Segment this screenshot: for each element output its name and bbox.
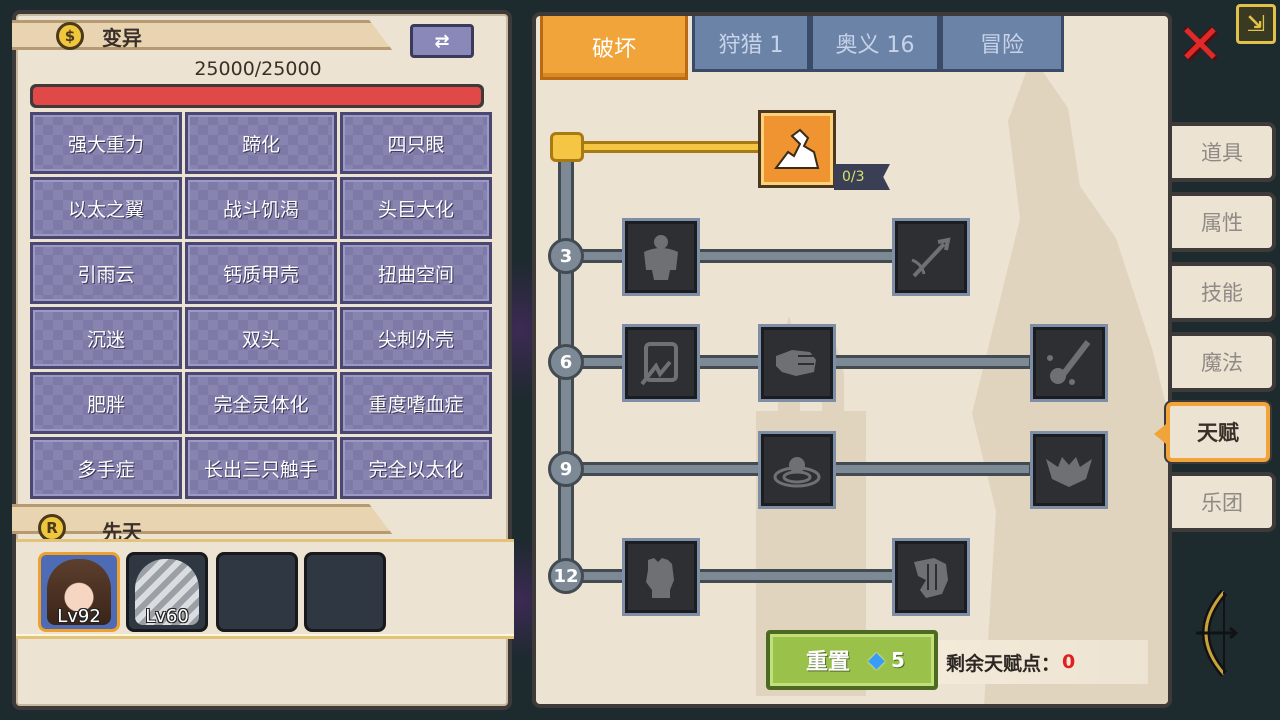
side-tab-skills[interactable]: 技能 xyxy=(1172,262,1276,322)
side-tab-band[interactable]: 乐团 xyxy=(1172,472,1276,532)
root-branch xyxy=(562,141,772,153)
talent-node-root[interactable] xyxy=(758,110,836,188)
mutation-cell[interactable]: 四只眼 xyxy=(340,112,492,174)
mutation-cell[interactable]: 钙质甲壳 xyxy=(185,242,337,304)
remaining-points: 剩余天赋点： 0 xyxy=(938,640,1148,684)
reset-button[interactable]: 重置 ◆ 5 xyxy=(766,630,938,690)
mutation-cell[interactable]: 双头 xyxy=(185,307,337,369)
hp-text: 25000/25000 xyxy=(194,58,322,80)
expand-icon[interactable]: ⇲ xyxy=(1236,4,1276,44)
level-badge: 9 xyxy=(548,451,584,487)
talent-node[interactable] xyxy=(758,431,836,509)
talent-node-count: 0/3 xyxy=(834,164,890,190)
mutation-title: 变异 xyxy=(102,26,142,50)
mutation-cell[interactable]: 肥胖 xyxy=(30,372,182,434)
mutation-panel: $ 变异 ⇄ 25000/25000 强大重力 蹄化 四只眼以太之翼 战斗饥渴 头巨大化… xyxy=(12,10,514,710)
mutation-cell[interactable]: 沉迷 xyxy=(30,307,182,369)
talent-node[interactable] xyxy=(892,538,970,616)
arrow-hit-icon xyxy=(911,237,951,278)
shield-break-icon xyxy=(640,342,678,386)
level-badge: 12 xyxy=(548,558,584,594)
talent-node[interactable] xyxy=(1030,324,1108,402)
giant-body-icon xyxy=(644,235,678,280)
mutation-cell[interactable]: 长出三只触手 xyxy=(185,437,337,499)
talent-node[interactable] xyxy=(758,324,836,402)
coin-icon: $ xyxy=(56,22,84,50)
mutation-cell[interactable]: 尖刺外壳 xyxy=(340,307,492,369)
hp-bar xyxy=(30,84,484,108)
bow-icon[interactable] xyxy=(1184,588,1244,678)
mutation-cell[interactable]: 完全以太化 xyxy=(340,437,492,499)
side-tab-talent[interactable]: 天赋 xyxy=(1154,402,1270,462)
talent-panel: 破坏 狩猎 1 奥义 16 冒险 3 6 9 12 0/3 xyxy=(532,12,1172,708)
tab-secret-art[interactable]: 奥义 16 xyxy=(810,16,940,72)
fist-icon xyxy=(646,558,674,598)
mutation-cell[interactable]: 蹄化 xyxy=(185,112,337,174)
talent-node[interactable] xyxy=(622,324,700,402)
reset-cost: 5 xyxy=(890,648,905,672)
mutation-cell[interactable]: 强大重力 xyxy=(30,112,182,174)
level-badge: 6 xyxy=(548,344,584,380)
arm-wrestle-icon xyxy=(774,128,820,169)
demon-bat-icon xyxy=(1046,457,1092,487)
swap-button[interactable]: ⇄ xyxy=(410,24,474,58)
innate-banner xyxy=(12,504,392,534)
mutation-cell[interactable]: 以太之翼 xyxy=(30,177,182,239)
side-tab-label: 天赋 xyxy=(1197,421,1239,445)
slash-splatter-icon xyxy=(1047,340,1091,385)
empty-slot[interactable] xyxy=(304,552,386,632)
hp-bar-fill xyxy=(33,87,481,105)
tab-hunt[interactable]: 狩猎 1 xyxy=(692,16,810,72)
side-tab-items[interactable]: 道具 xyxy=(1172,122,1276,182)
innate-slot[interactable]: Lv92 xyxy=(38,552,120,632)
fist-side-icon xyxy=(914,558,948,598)
close-icon[interactable]: ✕ xyxy=(1172,13,1228,76)
innate-badge-icon: R xyxy=(38,514,66,542)
tab-destroy[interactable]: 破坏 xyxy=(540,16,688,80)
mutation-cell[interactable]: 重度嗜血症 xyxy=(340,372,492,434)
level-badge: 3 xyxy=(548,238,584,274)
innate-slot-strip: Lv92 Lv60 xyxy=(16,539,514,639)
remaining-value: 0 xyxy=(1062,651,1076,673)
talent-node[interactable] xyxy=(892,218,970,296)
reset-label: 重置 xyxy=(806,650,851,675)
slot-level: Lv92 xyxy=(57,606,101,627)
tab-pointer-icon xyxy=(1154,424,1166,444)
empty-slot[interactable] xyxy=(216,552,298,632)
shockwave-icon xyxy=(773,457,821,488)
slot-level: Lv60 xyxy=(145,606,189,627)
mutation-cell[interactable]: 多手症 xyxy=(30,437,182,499)
mutation-grid: 强大重力 蹄化 四只眼以太之翼 战斗饥渴 头巨大化引雨云 钙质甲壳 扭曲空间沉迷 双头 尖刺外壳… xyxy=(30,112,492,502)
side-tab-attributes[interactable]: 属性 xyxy=(1172,192,1276,252)
mutation-cell[interactable]: 战斗饥渴 xyxy=(185,177,337,239)
tab-adventure[interactable]: 冒险 xyxy=(940,16,1064,72)
side-tab-magic[interactable]: 魔法 xyxy=(1172,332,1276,392)
talent-node[interactable] xyxy=(622,538,700,616)
mutation-cell[interactable]: 扭曲空间 xyxy=(340,242,492,304)
tree-root-knob xyxy=(550,132,584,162)
mutation-cell[interactable]: 引雨云 xyxy=(30,242,182,304)
punch-icon xyxy=(776,350,816,376)
diamond-icon: ◆ xyxy=(868,647,885,673)
talent-node[interactable] xyxy=(1030,431,1108,509)
talent-node[interactable] xyxy=(622,218,700,296)
mutation-cell[interactable]: 头巨大化 xyxy=(340,177,492,239)
remaining-label: 剩余天赋点： xyxy=(946,652,1061,675)
innate-slot[interactable]: Lv60 xyxy=(126,552,208,632)
mutation-cell[interactable]: 完全灵体化 xyxy=(185,372,337,434)
